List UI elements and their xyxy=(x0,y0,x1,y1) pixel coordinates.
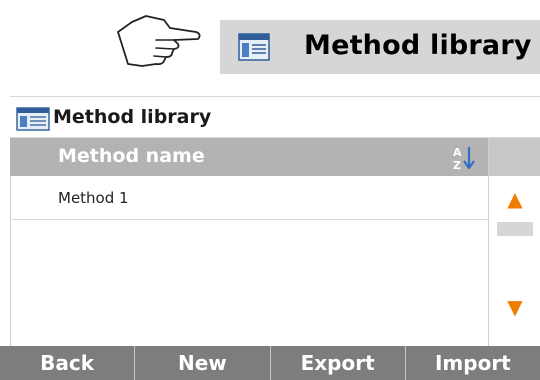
title-banner: Method library xyxy=(220,20,540,74)
scrollbar[interactable]: ▲ ▼ xyxy=(488,138,540,346)
svg-text:Z: Z xyxy=(453,159,461,172)
method-name: Method 1 xyxy=(58,189,129,207)
screen-header: Method library xyxy=(10,96,540,138)
scroll-up-icon[interactable]: ▲ xyxy=(503,188,527,210)
scroll-thumb[interactable] xyxy=(497,222,533,236)
column-header-method-name[interactable]: Method name A Z xyxy=(10,138,488,176)
method-library-icon xyxy=(16,107,50,131)
banner-title: Method library xyxy=(304,30,532,61)
method-library-icon xyxy=(238,33,270,61)
column-header-label: Method name xyxy=(58,145,205,167)
back-button[interactable]: Back xyxy=(0,346,136,380)
pointing-hand-icon xyxy=(117,15,201,67)
method-list: Method 1 xyxy=(10,176,488,346)
export-button[interactable]: Export xyxy=(271,346,406,380)
page-title: Method library xyxy=(53,106,212,128)
button-bar: Back New Export Import xyxy=(0,346,540,380)
scrollbar-header xyxy=(489,138,540,176)
svg-text:A: A xyxy=(453,146,462,159)
scroll-down-icon[interactable]: ▼ xyxy=(503,296,527,318)
import-button[interactable]: Import xyxy=(406,346,540,380)
list-item[interactable]: Method 1 xyxy=(11,176,488,220)
new-button[interactable]: New xyxy=(135,346,271,380)
sort-az-icon[interactable]: A Z xyxy=(450,144,478,172)
device-screen: Method library Method name A Z ▲ ▼ Metho… xyxy=(10,96,540,380)
